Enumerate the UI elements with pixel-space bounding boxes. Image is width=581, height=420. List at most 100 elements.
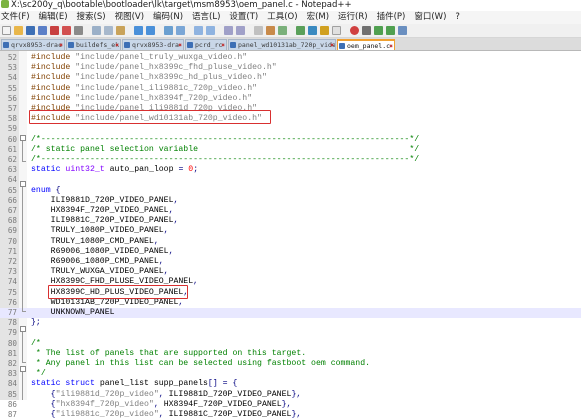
code-text: #include "include/panel_hx8394f_720p_vid…: [31, 94, 252, 104]
tab-close-icon[interactable]: ✖: [59, 40, 63, 50]
line-number: 59: [7, 124, 17, 134]
menu-search[interactable]: 搜索(S): [77, 12, 106, 22]
function-list-icon[interactable]: [320, 26, 329, 35]
code-line[interactable]: 81 * The list of panels that are support…: [0, 349, 581, 359]
document-map-icon[interactable]: [308, 26, 317, 35]
code-line[interactable]: 66 ILI9881D_720P_VIDEO_PANEL,: [0, 196, 581, 206]
line-number: 68: [7, 216, 17, 226]
menu-language[interactable]: 语言(L): [192, 12, 220, 22]
tab-qrvx8953-dra[interactable]: qrvx8953-dra ✖: [122, 39, 184, 50]
record-macro-icon[interactable]: [350, 26, 359, 35]
cut-icon[interactable]: [92, 26, 101, 35]
undo-icon[interactable]: [134, 26, 143, 35]
code-line[interactable]: 79: [0, 328, 581, 338]
replace-icon[interactable]: [176, 26, 185, 35]
menu-tools[interactable]: 工具(O): [267, 12, 297, 22]
tab-close-icon[interactable]: ✖: [178, 40, 182, 50]
word-wrap-icon[interactable]: [254, 26, 263, 35]
code-line[interactable]: 55 #include "include/panel_ili9881c_720p_…: [0, 84, 581, 94]
tab-close-icon[interactable]: ✖: [221, 40, 225, 50]
run-macro-multiple-icon[interactable]: [386, 26, 395, 35]
indent-guide-icon[interactable]: [278, 26, 287, 35]
menu-encoding[interactable]: 编码(N): [153, 12, 183, 22]
code-line[interactable]: 56 #include "include/panel_hx8394f_720p_v…: [0, 94, 581, 104]
code-line[interactable]: 67 HX8394F_720P_VIDEO_PANEL,: [0, 206, 581, 216]
line-number: 66: [7, 195, 17, 205]
code-line[interactable]: 70 TRULY_1080P_CMD_PANEL,: [0, 237, 581, 247]
paste-icon[interactable]: [116, 26, 125, 35]
tab-oem-panel-c[interactable]: oem_panel.c ✖: [337, 39, 395, 50]
code-line[interactable]: 83 */: [0, 369, 581, 379]
code-line[interactable]: 76 WD10131AB_720P_VIDEO_PANEL,: [0, 298, 581, 308]
sync-scroll-v-icon[interactable]: [224, 26, 233, 35]
code-editor[interactable]: 52 #include "include/panel_truly_wuxga_vi…: [0, 51, 581, 419]
code-line[interactable]: 72 R69006_1080P_CMD_PANEL,: [0, 257, 581, 267]
fold-toggle-icon[interactable]: [20, 326, 26, 332]
print-icon[interactable]: [74, 26, 83, 35]
code-line[interactable]: 59: [0, 124, 581, 134]
code-line[interactable]: 54 #include "include/panel_hx8399c_hd_plu…: [0, 73, 581, 83]
fold-toggle-icon[interactable]: [20, 181, 26, 187]
zoom-out-icon[interactable]: [206, 26, 215, 35]
code-line[interactable]: 86 {"hx8394f_720p_video", HX8394F_720P_V…: [0, 400, 581, 410]
define-language-icon[interactable]: [296, 26, 305, 35]
tab-panel-wd10131ab-header[interactable]: panel_wd10131ab_720p_video.h✖: [228, 39, 336, 50]
code-line[interactable]: 62 /*------------------------------------…: [0, 155, 581, 165]
save-all-icon[interactable]: [38, 26, 47, 35]
menu-window[interactable]: 窗口(W): [414, 12, 446, 22]
code-line[interactable]: 61 /* static panel selection variable */: [0, 145, 581, 155]
stop-record-icon[interactable]: [362, 26, 371, 35]
tab-qrvx8953-drac[interactable]: qrvx8953-drac ✖: [1, 39, 65, 50]
code-line[interactable]: 77 UNKNOWN_PANEL: [0, 308, 581, 319]
copy-icon[interactable]: [104, 26, 113, 35]
menu-plugins[interactable]: 插件(P): [377, 12, 406, 22]
code-line[interactable]: 87 {"ili9881c_720p_video", ILI9881C_720P…: [0, 410, 581, 420]
code-line[interactable]: 65 enum {: [0, 186, 581, 196]
file-saved-icon: [230, 42, 236, 48]
tab-close-icon[interactable]: ✖: [330, 40, 334, 50]
open-folder-icon[interactable]: [14, 26, 23, 35]
save-icon[interactable]: [26, 26, 35, 35]
code-line[interactable]: 84 static struct panel_list supp_panels[]…: [0, 379, 581, 389]
menu-help[interactable]: ?: [455, 12, 460, 22]
code-line[interactable]: 80 /*: [0, 339, 581, 349]
tab-buildefs[interactable]: buildefs_ek.c✖: [66, 39, 121, 50]
code-line[interactable]: 68 ILI9881C_720P_VIDEO_PANEL,: [0, 216, 581, 226]
fold-toggle-icon[interactable]: [20, 366, 26, 372]
code-line[interactable]: 71 R69006_1080P_VIDEO_PANEL,: [0, 247, 581, 257]
menu-edit[interactable]: 编辑(E): [39, 12, 68, 22]
zoom-in-icon[interactable]: [194, 26, 203, 35]
tab-close-icon[interactable]: ✖: [389, 41, 393, 50]
code-line[interactable]: 64: [0, 175, 581, 185]
menu-macro[interactable]: 宏(M): [307, 12, 329, 22]
code-line[interactable]: 85 {"ili9881d_720p_video", ILI9881D_720P…: [0, 390, 581, 400]
code-token: "ili9881d_720p_video": [55, 389, 159, 399]
code-line[interactable]: 78};: [0, 318, 581, 328]
playback-macro-icon[interactable]: [374, 26, 383, 35]
redo-icon[interactable]: [146, 26, 155, 35]
code-line[interactable]: 52 #include "include/panel_truly_wuxga_vi…: [0, 53, 581, 63]
new-file-icon[interactable]: [2, 26, 11, 35]
close-all-icon[interactable]: [62, 26, 71, 35]
code-line[interactable]: 53 #include "include/panel_hx8399c_fhd_pl…: [0, 63, 581, 73]
code-line[interactable]: 60 /*------------------------------------…: [0, 135, 581, 145]
code-token: /*: [31, 338, 41, 348]
code-line[interactable]: 82 * Any panel in this list can be selec…: [0, 359, 581, 369]
fold-toggle-icon[interactable]: [20, 135, 26, 141]
folder-as-workspace-icon[interactable]: [332, 26, 341, 35]
line-number: 58: [7, 114, 17, 124]
find-icon[interactable]: [164, 26, 173, 35]
menu-run[interactable]: 运行(R): [338, 12, 368, 22]
show-all-chars-icon[interactable]: [266, 26, 275, 35]
code-line[interactable]: 73 TRULY_WUXGA_VIDEO_PANEL,: [0, 267, 581, 277]
close-file-icon[interactable]: [50, 26, 59, 35]
tab-close-icon[interactable]: ✖: [115, 40, 119, 50]
sync-scroll-h-icon[interactable]: [236, 26, 245, 35]
menu-file[interactable]: 文件(F): [1, 12, 30, 22]
tab-pcrd-rc[interactable]: pcrd_rc ✖: [185, 39, 227, 50]
code-line[interactable]: 63 static uint32_t auto_pan_loop = 0;: [0, 165, 581, 175]
save-macro-icon[interactable]: [398, 26, 407, 35]
menu-view[interactable]: 视图(V): [115, 12, 144, 22]
menu-settings[interactable]: 设置(T): [229, 12, 258, 22]
code-line[interactable]: 69 TRULY_1080P_VIDEO_PANEL,: [0, 226, 581, 236]
